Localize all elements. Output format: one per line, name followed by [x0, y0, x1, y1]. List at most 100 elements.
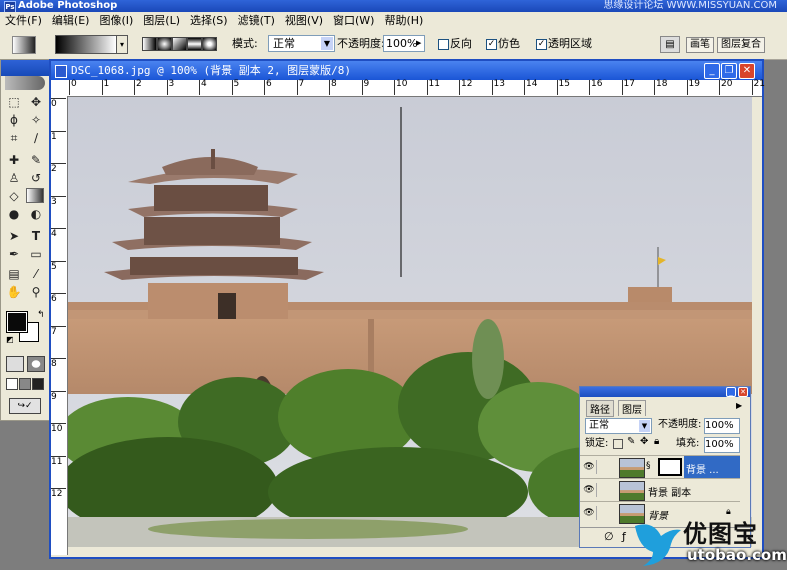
crop-icon[interactable]: ⌗ — [4, 130, 24, 147]
palette-well-icon[interactable]: ▤ — [660, 36, 680, 53]
dodge-icon[interactable]: ◐ — [26, 206, 46, 223]
move-icon[interactable]: ✥ — [26, 94, 46, 111]
dither-checkbox[interactable]: ✓ — [486, 39, 497, 50]
fill-value: 100% — [705, 439, 734, 450]
blur-icon[interactable]: ● — [4, 206, 24, 223]
path-select-icon[interactable]: ➤ — [4, 228, 24, 245]
layer-mask-thumbnail[interactable] — [658, 458, 682, 476]
horizontal-ruler[interactable]: 0 1 2 3 4 5 6 7 8 9 10 11 12 13 14 15 16 17 18 19 20 21 — [67, 80, 765, 97]
menu-edit[interactable]: 编辑(E) — [47, 12, 95, 29]
layer-opacity-input[interactable]: 100% — [704, 418, 740, 434]
tab-paths[interactable]: 路径 — [586, 400, 614, 417]
options-bar: ▾ 模式: 正常 ▼ 不透明度: 100% ▶ 反向 ✓ 仿色 ✓ 透明区域 ▤… — [0, 29, 787, 60]
eye-icon[interactable]: 👁︎ — [582, 460, 597, 474]
menu-select[interactable]: 选择(S) — [185, 12, 233, 29]
arrow-right-icon[interactable]: ▶ — [416, 36, 424, 51]
chain-link-icon[interactable]: § — [646, 461, 651, 471]
jump-to-imageready-icon[interactable]: ↪✓ — [9, 398, 41, 414]
gradient-tool-icon[interactable] — [12, 36, 36, 54]
stamp-icon[interactable]: ♙ — [4, 170, 24, 187]
history-brush-icon[interactable]: ↺ — [26, 170, 46, 187]
standard-mode-button[interactable] — [6, 356, 24, 372]
ruler-h-tick: 8 — [329, 80, 337, 95]
radial-gradient-button[interactable] — [157, 37, 172, 51]
quick-mask-button[interactable] — [27, 356, 45, 372]
screen-mode-full-icon[interactable] — [32, 378, 44, 390]
marquee-icon[interactable]: ⬚ — [4, 94, 24, 111]
zoom-icon[interactable]: ⚲ — [26, 284, 46, 301]
layer-thumbnail — [619, 481, 645, 501]
lock-move-icon[interactable]: ✥ — [640, 436, 648, 447]
layers-panel-header[interactable]: _ ✕ — [580, 387, 750, 397]
link-layers-icon[interactable]: ∅ — [604, 530, 614, 543]
pen-icon[interactable]: ✒ — [4, 246, 24, 263]
lock-transparency-icon[interactable] — [613, 439, 623, 449]
notes-icon[interactable]: ▤ — [4, 266, 24, 283]
ruler-h-tick: 0 — [69, 80, 77, 95]
opacity-input[interactable]: 100% ▶ — [383, 35, 425, 52]
transparency-checkbox[interactable]: ✓ — [536, 39, 547, 50]
eye-icon[interactable]: 👁︎ — [582, 483, 597, 497]
panel-close-button[interactable]: ✕ — [738, 387, 748, 397]
menu-image[interactable]: 图像(I) — [94, 12, 138, 29]
healing-icon[interactable]: ✚ — [4, 152, 24, 169]
ruler-v-tick: 12 — [51, 488, 66, 499]
doc-maximize-button[interactable]: ❐ — [721, 63, 737, 79]
lasso-icon[interactable]: ϕ — [4, 112, 24, 129]
menu-view[interactable]: 视图(V) — [280, 12, 328, 29]
default-colors-icon[interactable]: ◩ — [6, 335, 14, 344]
menu-layer[interactable]: 图层(L) — [138, 12, 185, 29]
linear-gradient-button[interactable] — [142, 37, 157, 51]
eyedropper-icon[interactable]: ⁄ — [26, 266, 46, 283]
tab-layer-comps[interactable]: 图层复合 — [717, 37, 765, 53]
type-icon[interactable]: T — [26, 228, 46, 245]
ruler-origin[interactable] — [51, 80, 68, 97]
gradient-preview-picker[interactable] — [55, 35, 117, 54]
add-style-icon[interactable]: ƒ — [622, 530, 626, 543]
shape-icon[interactable]: ▭ — [26, 246, 46, 263]
gradient-dropdown-icon[interactable]: ▾ — [116, 35, 128, 54]
reflected-gradient-button[interactable] — [187, 37, 202, 51]
toolbox: ⬚ ✥ ϕ ✧ ⌗ ∕ ✚ ✎ ♙ ↺ ◇ ● ◐ ➤ T ✒ ▭ ▤ ⁄ ✋ … — [0, 59, 52, 421]
tab-layers[interactable]: 图层 — [618, 400, 646, 416]
gradient-icon[interactable] — [26, 188, 44, 203]
screen-mode-standard-icon[interactable] — [6, 378, 18, 390]
layer-row-copy2[interactable]: 👁︎ § 背景 ... — [580, 455, 740, 479]
document-title-bar[interactable]: DSC_1068.jpg @ 100% (背景 副本 2, 图层蒙版/8) _ … — [51, 61, 762, 80]
menu-help[interactable]: 帮助(H) — [379, 12, 428, 29]
slice-icon[interactable]: ∕ — [26, 130, 46, 147]
ruler-h-tick: 2 — [134, 80, 142, 95]
bird-logo-icon — [635, 524, 681, 566]
angle-gradient-button[interactable] — [172, 37, 187, 51]
lock-paint-icon[interactable]: ✎ — [627, 436, 635, 447]
mode-select[interactable]: 正常 ▼ — [268, 35, 335, 52]
foreground-color-swatch[interactable] — [6, 311, 28, 333]
doc-close-button[interactable]: ✕ — [739, 63, 755, 79]
opacity-value: 100% — [386, 37, 418, 50]
layer-row-copy[interactable]: 👁︎ 背景 副本 — [580, 478, 740, 502]
document-icon — [55, 65, 67, 78]
brush-icon[interactable]: ✎ — [26, 152, 46, 169]
diamond-gradient-button[interactable] — [202, 37, 217, 51]
lock-all-icon[interactable]: 🔒︎ — [654, 436, 659, 447]
menu-filter[interactable]: 滤镜(T) — [233, 12, 280, 29]
reverse-checkbox[interactable] — [438, 39, 449, 50]
tab-brushes[interactable]: 画笔 — [686, 37, 714, 53]
ruler-h-tick: 16 — [589, 80, 602, 95]
layer-thumbnail — [619, 458, 645, 478]
swap-colors-icon[interactable]: ↰ — [37, 310, 45, 320]
menu-window[interactable]: 窗口(W) — [328, 12, 379, 29]
panel-minimize-button[interactable]: _ — [726, 387, 736, 397]
blend-mode-select[interactable]: 正常 ▼ — [585, 418, 652, 434]
ruler-h-tick: 1 — [101, 80, 109, 95]
vertical-ruler[interactable]: 0 1 2 3 4 5 6 7 8 9 10 11 12 — [51, 96, 68, 555]
magic-wand-icon[interactable]: ✧ — [26, 112, 46, 129]
hand-icon[interactable]: ✋ — [4, 284, 24, 301]
doc-minimize-button[interactable]: _ — [704, 63, 720, 79]
eye-icon[interactable]: 👁︎ — [582, 506, 597, 520]
eraser-icon[interactable]: ◇ — [4, 188, 24, 205]
screen-mode-menu-icon[interactable] — [19, 378, 31, 390]
menu-file[interactable]: 文件(F) — [0, 12, 47, 29]
fill-input[interactable]: 100% — [704, 437, 740, 453]
panel-menu-icon[interactable]: ▶ — [736, 401, 742, 410]
